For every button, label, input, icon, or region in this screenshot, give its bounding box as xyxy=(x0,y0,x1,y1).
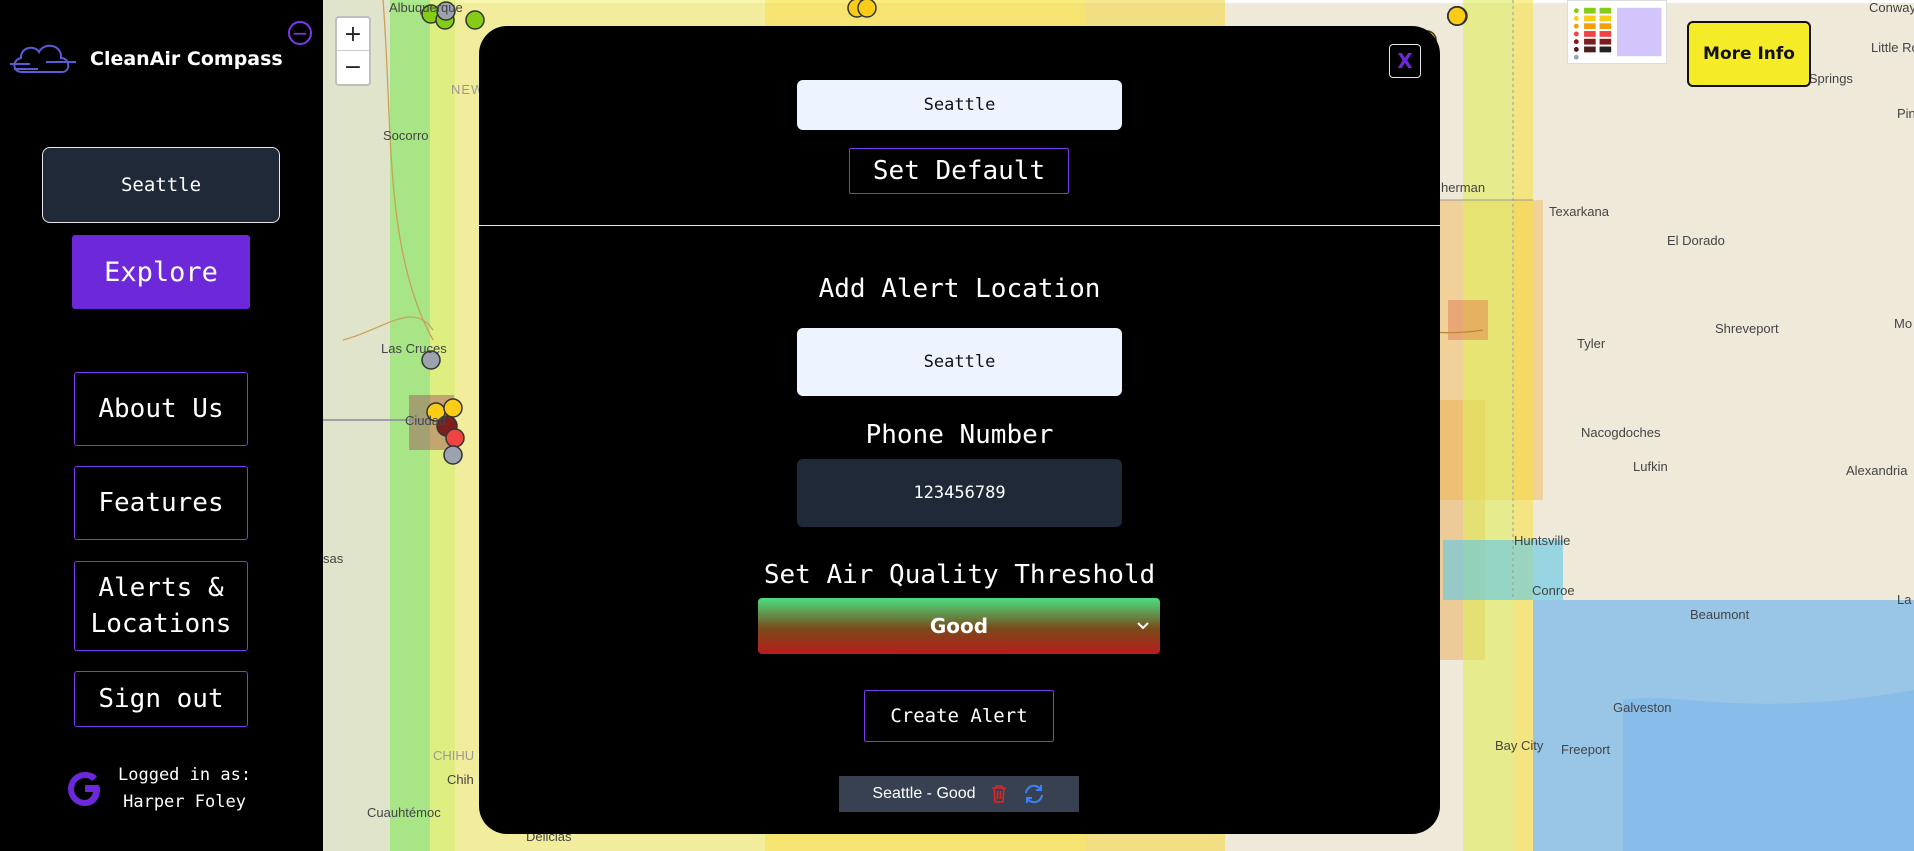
map-label-beaumont: Beaumont xyxy=(1690,607,1750,622)
map-label-freeport: Freeport xyxy=(1561,742,1611,757)
zoom-out-button[interactable]: − xyxy=(337,51,369,84)
map-label-socorro: Socorro xyxy=(383,128,429,143)
nav-about-us-button[interactable]: About Us xyxy=(74,372,248,446)
alert-item-label: Seattle - Good xyxy=(872,785,976,802)
map-label-nacogdoches: Nacogdoches xyxy=(1581,425,1661,440)
zoom-in-button[interactable]: + xyxy=(337,18,369,51)
map-label-huntsville: Huntsville xyxy=(1514,533,1571,548)
set-default-button[interactable]: Set Default xyxy=(849,148,1069,194)
nav-alerts-locations-button[interactable]: Alerts & Locations xyxy=(74,561,248,651)
trash-icon[interactable] xyxy=(990,784,1008,804)
map-label-little-rock: Little Ro xyxy=(1871,40,1914,55)
brand[interactable]: CleanAir Compass xyxy=(8,36,283,82)
alert-list-item: Seattle - Good xyxy=(839,776,1079,812)
user-info: Logged in as: Harper Foley xyxy=(66,762,251,816)
map-label-shreveport: Shreveport xyxy=(1715,321,1779,336)
map-label-texarkana: Texarkana xyxy=(1549,204,1609,219)
logged-in-label: Logged in as: xyxy=(118,765,252,785)
map-label-cuauhtemoc: Cuauhtémoc xyxy=(367,805,441,820)
google-g-icon xyxy=(68,772,100,806)
phone-number-heading: Phone Number xyxy=(865,420,1054,450)
collapse-sidebar-icon[interactable]: − xyxy=(288,21,312,45)
map-label-la: La xyxy=(1897,592,1912,607)
map-label-chih: Chih xyxy=(447,772,474,787)
map-label-lufkin: Lufkin xyxy=(1633,459,1668,474)
map-label-bay-city: Bay City xyxy=(1495,738,1544,753)
phone-number-input[interactable]: 123456789 xyxy=(797,459,1122,527)
map-label-chihuahua: CHIHU xyxy=(433,748,475,763)
nav-features-button[interactable]: Features xyxy=(74,466,248,540)
map-label-galveston: Galveston xyxy=(1613,700,1672,715)
map-label-sas: sas xyxy=(323,551,344,566)
more-info-button[interactable]: More Info xyxy=(1687,21,1811,87)
sidebar-location-input[interactable]: Seattle xyxy=(42,147,280,223)
create-alert-button[interactable]: Create Alert xyxy=(864,690,1054,742)
map-label-sherman: herman xyxy=(1441,180,1486,195)
explore-button[interactable]: Explore xyxy=(72,235,250,309)
map-label-conway: Conway xyxy=(1869,0,1914,15)
sign-out-button[interactable]: Sign out xyxy=(74,671,248,727)
sidebar: CleanAir Compass − Seattle Explore About… xyxy=(0,0,323,851)
threshold-selected-value: Good xyxy=(929,614,989,638)
cloud-logo-icon xyxy=(10,44,76,73)
map-label-mo: Mo xyxy=(1894,316,1913,331)
map-label-tyler: Tyler xyxy=(1577,336,1606,351)
map-label-albuquerque: Albuquerque xyxy=(389,0,463,15)
map-label-ciudad: Ciudad xyxy=(405,413,447,428)
threshold-heading: Set Air Quality Threshold xyxy=(763,560,1156,590)
map-zoom-control: + − xyxy=(335,16,371,86)
section-divider xyxy=(479,225,1440,226)
close-modal-button[interactable]: X xyxy=(1389,44,1421,78)
chevron-down-icon xyxy=(1137,622,1149,630)
add-alert-location-heading: Add Alert Location xyxy=(818,274,1101,304)
aqi-legend-image[interactable] xyxy=(1567,0,1667,64)
alert-location-input[interactable]: Seattle xyxy=(797,328,1122,396)
alerts-modal: X Seattle Set Default Add Alert Location… xyxy=(479,26,1440,834)
brand-name: CleanAir Compass xyxy=(90,48,283,70)
user-name: Harper Foley xyxy=(123,792,246,812)
map-label-alexandria: Alexandria xyxy=(1846,463,1908,478)
map-label-el-dorado: El Dorado xyxy=(1667,233,1725,248)
aqi-threshold-select[interactable]: Good xyxy=(758,598,1160,654)
map-label-pin: Pin xyxy=(1897,106,1914,121)
map-label-conroe: Conroe xyxy=(1532,583,1575,598)
map-label-las-cruces: Las Cruces xyxy=(381,341,447,356)
refresh-icon[interactable] xyxy=(1022,783,1046,805)
default-location-input[interactable]: Seattle xyxy=(797,80,1122,130)
